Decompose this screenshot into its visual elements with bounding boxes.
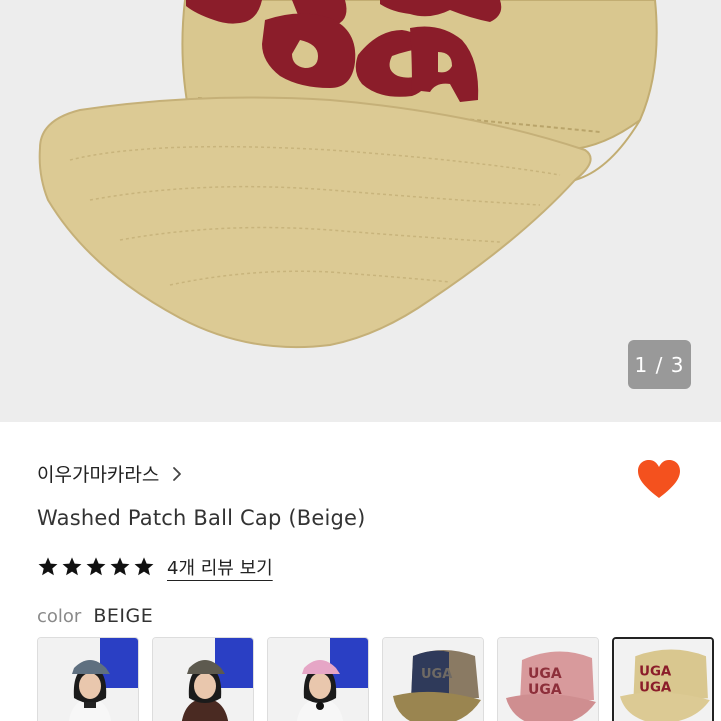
thumbnail-navy-mesh-cap[interactable]: UGA (382, 637, 484, 721)
thumbnail-model-khaki-cap[interactable] (152, 637, 254, 721)
product-info: 이우가마카라스 Washed Patch Ball Cap (Beige) 4개… (0, 422, 721, 721)
svg-text:UGA: UGA (639, 664, 672, 679)
thumbnail-image: UGA UGA (614, 639, 712, 721)
color-thumbnails: UGA UGA UGA UGA UGA (37, 637, 714, 721)
rating-row: 4개 리뷰 보기 (37, 554, 273, 580)
color-value: BEIGE (93, 605, 154, 627)
rating-stars (37, 556, 155, 578)
star-icon (62, 557, 82, 576)
star-icon (134, 557, 154, 576)
thumbnail-image: UGA (383, 638, 483, 721)
star-icon (86, 557, 106, 576)
svg-text:UGA: UGA (639, 681, 672, 696)
star-icon (38, 557, 58, 576)
product-image-gallery[interactable]: 1 / 3 (0, 0, 721, 422)
thumbnail-image (38, 638, 138, 721)
svg-text:UGA: UGA (528, 666, 562, 682)
thumbnail-model-pink-cap[interactable] (267, 637, 369, 721)
thumbnail-image (153, 638, 253, 721)
svg-text:UGA: UGA (528, 682, 562, 698)
heart-icon[interactable] (636, 458, 682, 500)
thumbnail-image (268, 638, 368, 721)
thumbnail-pink-cap[interactable]: UGA UGA (497, 637, 599, 721)
svg-text:UGA: UGA (421, 667, 452, 682)
image-page-indicator: 1 / 3 (628, 340, 691, 389)
product-image (38, 0, 658, 349)
thumbnail-model-denim-cap[interactable] (37, 637, 139, 721)
color-label: color (37, 606, 82, 627)
brand-name: 이우가마카라스 (37, 464, 160, 486)
thumbnail-beige-cap[interactable]: UGA UGA (612, 637, 714, 721)
product-title: Washed Patch Ball Cap (Beige) (37, 506, 366, 530)
chevron-right-icon (173, 466, 182, 481)
star-icon (110, 557, 130, 576)
brand-link[interactable]: 이우가마카라스 (37, 460, 185, 487)
color-row: color BEIGE (37, 605, 153, 627)
thumbnail-image: UGA UGA (498, 638, 598, 721)
review-link[interactable]: 4개 리뷰 보기 (167, 554, 273, 580)
